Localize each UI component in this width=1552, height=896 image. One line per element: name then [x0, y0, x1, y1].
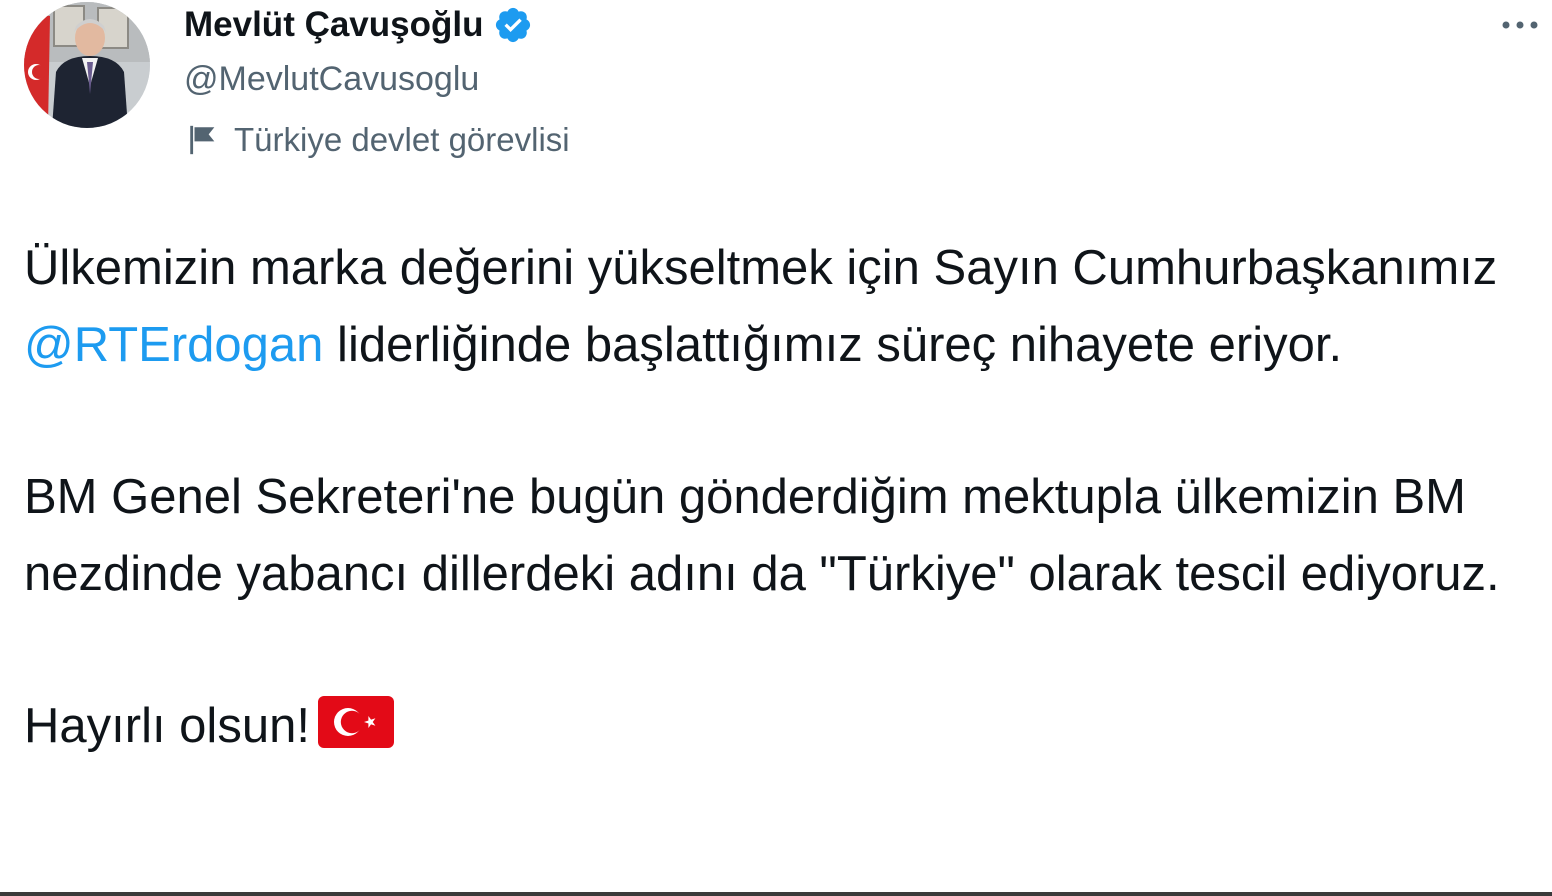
turkey-flag-icon — [317, 696, 394, 748]
bottom-border — [0, 892, 1552, 896]
verified-badge-icon — [496, 7, 531, 43]
tweet-text: Ülkemizin marka değerini yükseltmek için… — [24, 230, 1524, 765]
more-horizontal-icon — [1502, 21, 1538, 29]
more-options-button[interactable] — [1496, 8, 1544, 42]
tweet-text-segment: Hayırlı olsun! — [24, 699, 310, 753]
tweet-card: Mevlüt Çavuşoğlu @MevlutCavusoglu Türkiy… — [0, 0, 1552, 896]
name-row: Mevlüt Çavuşoğlu — [184, 2, 1384, 48]
tweet-paragraph-2: BM Genel Sekreteri'ne bugün gönderdiğim … — [24, 470, 1500, 601]
tweet-text-segment: liderliğinde başlattığımız süreç nihayet… — [323, 318, 1343, 372]
author-block: Mevlüt Çavuşoğlu @MevlutCavusoglu Türkiy… — [184, 2, 1384, 162]
avatar[interactable] — [24, 2, 150, 128]
flag-icon — [190, 125, 215, 155]
government-label: Türkiye devlet görevlisi — [184, 118, 1384, 162]
tweet-paragraph-1: Ülkemizin marka değerini yükseltmek için… — [24, 230, 1524, 384]
profile-photo-icon — [24, 2, 150, 128]
tweet-text-segment: Ülkemizin marka değerini yükseltmek için… — [24, 241, 1498, 295]
display-name[interactable]: Mevlüt Çavuşoğlu — [184, 5, 483, 45]
mention-link[interactable]: @RTErdogan — [24, 318, 323, 372]
user-handle[interactable]: @MevlutCavusoglu — [184, 58, 1384, 100]
label-text: Türkiye devlet görevlisi — [234, 121, 570, 158]
tweet-paragraph-3: Hayırlı olsun! — [24, 688, 1524, 765]
